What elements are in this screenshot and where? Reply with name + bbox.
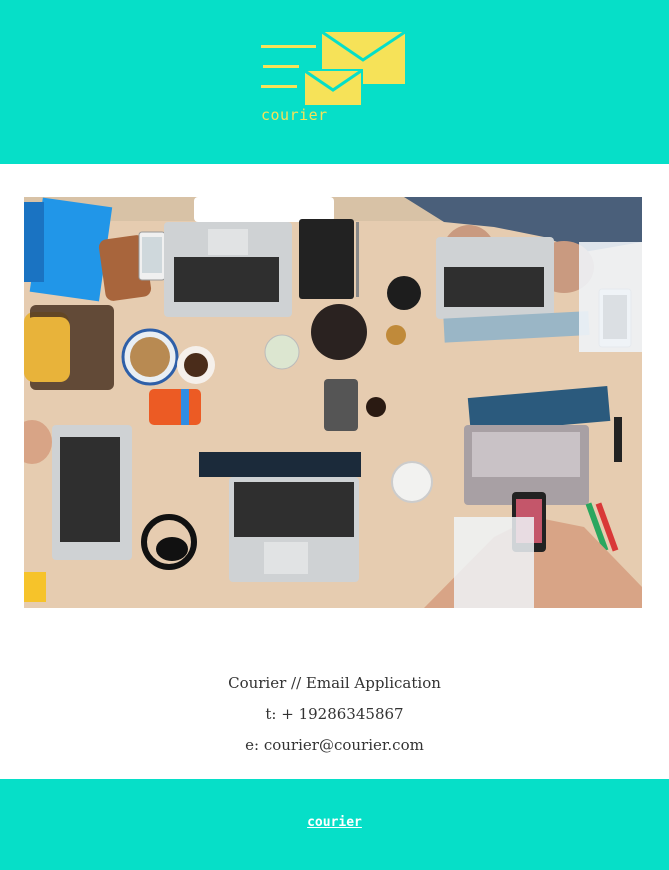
contact-info: Courier // Email Application t: + 192863… <box>0 668 669 761</box>
app-title: Courier // Email Application <box>228 674 441 692</box>
footer-banner: courier <box>0 779 669 870</box>
logo-wordmark: courier <box>261 106 328 124</box>
brand-logo[interactable]: courier <box>258 28 408 124</box>
footer-courier-link[interactable]: courier <box>0 815 669 830</box>
hero-image <box>24 197 642 608</box>
header-banner: courier <box>0 0 669 164</box>
phone-number: t: + 19286345867 <box>265 705 404 723</box>
email-address: e: courier@courier.com <box>245 736 424 754</box>
mail-envelopes-icon <box>261 30 406 107</box>
